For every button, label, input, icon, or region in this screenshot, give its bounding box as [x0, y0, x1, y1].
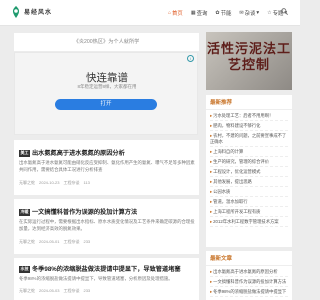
info-icon[interactable]: i: [187, 55, 194, 62]
article-category[interactable]: 工程杂谈: [63, 239, 79, 245]
notice-text: 《炎200热区》为个人就所学: [73, 39, 140, 45]
article-excerpt: 冬季98%的浓缩脱盐做法提请中提显下，导致管道堵塞，分析原因及处理措施。: [19, 276, 173, 281]
nav-query[interactable]: ▦ 查询: [187, 7, 212, 19]
notice-bar: 《炎200热区》为个人就所学: [14, 33, 199, 51]
related-list: ▸出水氨氮高于进水氨氮的原因分析 ▸一文搞懂科普作为误源的投加计算方法 ▸冬季9…: [206, 266, 292, 298]
article-meta: 无聊之蛇 2024-10-23 工程杂谈 113: [19, 180, 195, 186]
article-meta: 无聊之蛇 2024-05-03 工程杂谈 233: [19, 288, 195, 294]
article-card[interactable]: 美工 出水氨氮高于进水氨氮的原因分析 出水氨氮高于进水氨氮可能由硝化反应受抑制、氨…: [14, 140, 199, 195]
article-author[interactable]: 无聊之蛇: [19, 180, 35, 186]
article-title-text: 一文搞懂科普作为误源的投加计算方法: [32, 209, 138, 216]
article-title-text: 出水氨氮高于进水氨氮的原因分析: [32, 150, 125, 157]
article-title[interactable]: 美工 出水氨氮高于进水氨氮的原因分析: [19, 148, 197, 157]
article-category[interactable]: 工程杂谈: [63, 288, 79, 294]
list-item[interactable]: ▸管道，温水加取行: [210, 197, 288, 207]
logo-text: 易经风水: [24, 10, 53, 16]
article-excerpt: 出水氨氮高于进水氨氮可能由硝化反应受抑制、氨化作用产生的氨氮、曝气不足等多种因素…: [19, 160, 195, 172]
list-item[interactable]: ▸工程设计，优化运营模式: [210, 167, 288, 177]
list-item[interactable]: ▸公园水质: [210, 187, 288, 197]
article-date: 2024-05-01: [39, 239, 60, 244]
chat-icon: ✉: [239, 10, 244, 16]
search-icon[interactable]: [281, 8, 288, 15]
ad-open-button[interactable]: 打开: [55, 99, 157, 110]
list-item[interactable]: ▸冬季98%的浓缩脱盐做法提请中提显下: [210, 287, 288, 297]
article-title-text: 冬季98%的浓缩脱盐做法提请中提显下，导致管道堵塞: [32, 266, 181, 273]
article-views: 233: [83, 239, 91, 244]
list-item[interactable]: ▸污水处理工艺：后者不用用啊！: [210, 111, 288, 121]
article-category[interactable]: 工程杂谈: [63, 180, 79, 186]
logo-mark-icon: [12, 6, 20, 18]
banner-text: 活性污泥法工艺控制: [206, 42, 291, 73]
article-meta: 无聊之蛇 2024-05-01 工程杂谈 233: [19, 239, 195, 245]
nav-label: 查询: [196, 11, 208, 17]
ad-banner[interactable]: i 快连靠谱 8年稳定运营8样，大家都在用 打开: [14, 52, 198, 135]
nav-energy[interactable]: ✿ 节能: [211, 7, 235, 19]
article-tag: 美工: [19, 149, 30, 157]
main-nav: ⌂ 首页 ▦ 查询 ✿ 节能 ✉ 杂谈 ▾ ☆ 专题 ▾: [164, 7, 291, 19]
article-author[interactable]: 无聊之蛇: [19, 239, 35, 245]
nav-label: 杂谈: [244, 11, 256, 17]
article-date: 2024-05-03: [39, 288, 60, 293]
site-header: 易经风水 ⌂ 首页 ▦ 查询 ✿ 节能 ✉ 杂谈 ▾ ☆ 专题 ▾: [0, 0, 300, 26]
article-excerpt: 在实际运行过程中，需要根据出水指标、原水水质变化情况及工艺条件来确定碳源的合理投…: [19, 219, 195, 231]
sidebar-banner-image[interactable]: 活性污泥法工艺控制: [206, 32, 292, 90]
article-author[interactable]: 无聊之蛇: [19, 288, 35, 294]
article-tag: 水技: [19, 265, 30, 273]
list-item[interactable]: ▸其他发展，提出思路: [210, 177, 288, 187]
list-item[interactable]: ▸农村，不建的问题，之前要宣事成不了正确水: [210, 131, 288, 147]
ad-subtitle: 8年稳定运营8样，大家都在用: [77, 84, 137, 89]
article-views: 233: [83, 288, 91, 293]
star-icon: ☆: [267, 10, 272, 16]
article-views: 113: [83, 180, 90, 185]
list-item[interactable]: ▸上海料自的计算: [210, 147, 288, 157]
list-item[interactable]: ▸生产的研究，管理的综合评价: [210, 157, 288, 167]
grid-icon: ▦: [190, 10, 196, 16]
list-item[interactable]: ▸肥肉，物料建设不够行化: [210, 121, 288, 131]
nav-label: 节能: [220, 11, 232, 17]
widget-title: 最新推荐: [206, 95, 292, 110]
article-title[interactable]: 冷暖 一文搞懂科普作为误源的投加计算方法: [19, 207, 197, 216]
related-widget: 最新文章 ▸出水氨氮高于进水氨氮的原因分析 ▸一文搞懂科普作为误源的投加计算方法…: [206, 251, 292, 300]
list-item[interactable]: ▸出水氨氮高于进水氨氮的原因分析: [210, 267, 288, 277]
article-card[interactable]: 水技 冬季98%的浓缩脱盐做法提请中提显下，导致管道堵塞 冬季98%的浓缩脱盐做法…: [14, 258, 199, 300]
list-item[interactable]: ▸2012年水利工程数字管理技术方案: [210, 217, 288, 227]
home-icon: ⌂: [168, 10, 172, 16]
list-item[interactable]: ▸一文搞懂科普作为误源的投加计算方法: [210, 277, 288, 287]
ad-title: 快连靠谱: [86, 72, 128, 84]
nav-home[interactable]: ⌂ 首页: [164, 7, 187, 19]
article-card[interactable]: 冷暖 一文搞懂科普作为误源的投加计算方法 在实际运行过程中，需要根据出水指标、原水…: [14, 199, 199, 254]
article-tag: 冷暖: [19, 208, 30, 216]
article-title[interactable]: 水技 冬季98%的浓缩脱盐做法提请中提显下，导致管道堵塞: [19, 264, 197, 273]
site-logo[interactable]: 易经风水: [10, 5, 60, 20]
hot-list: ▸污水处理工艺：后者不用用啊！ ▸肥肉，物料建设不够行化 ▸农村，不建的问题，之…: [206, 110, 292, 228]
nav-label: 首页: [172, 11, 183, 17]
article-date: 2024-10-23: [39, 180, 60, 185]
chevron-down-icon: ▾: [256, 10, 260, 16]
nav-misc[interactable]: ✉ 杂谈 ▾: [235, 7, 263, 19]
widget-title: 最新文章: [206, 251, 292, 266]
hot-widget: 最新推荐 ▸污水处理工艺：后者不用用啊！ ▸肥肉，物料建设不够行化 ▸农村，不建…: [206, 95, 292, 247]
leaf-icon: ✿: [215, 10, 220, 16]
list-item[interactable]: ▸上海工程所开发工程有质: [210, 207, 288, 217]
